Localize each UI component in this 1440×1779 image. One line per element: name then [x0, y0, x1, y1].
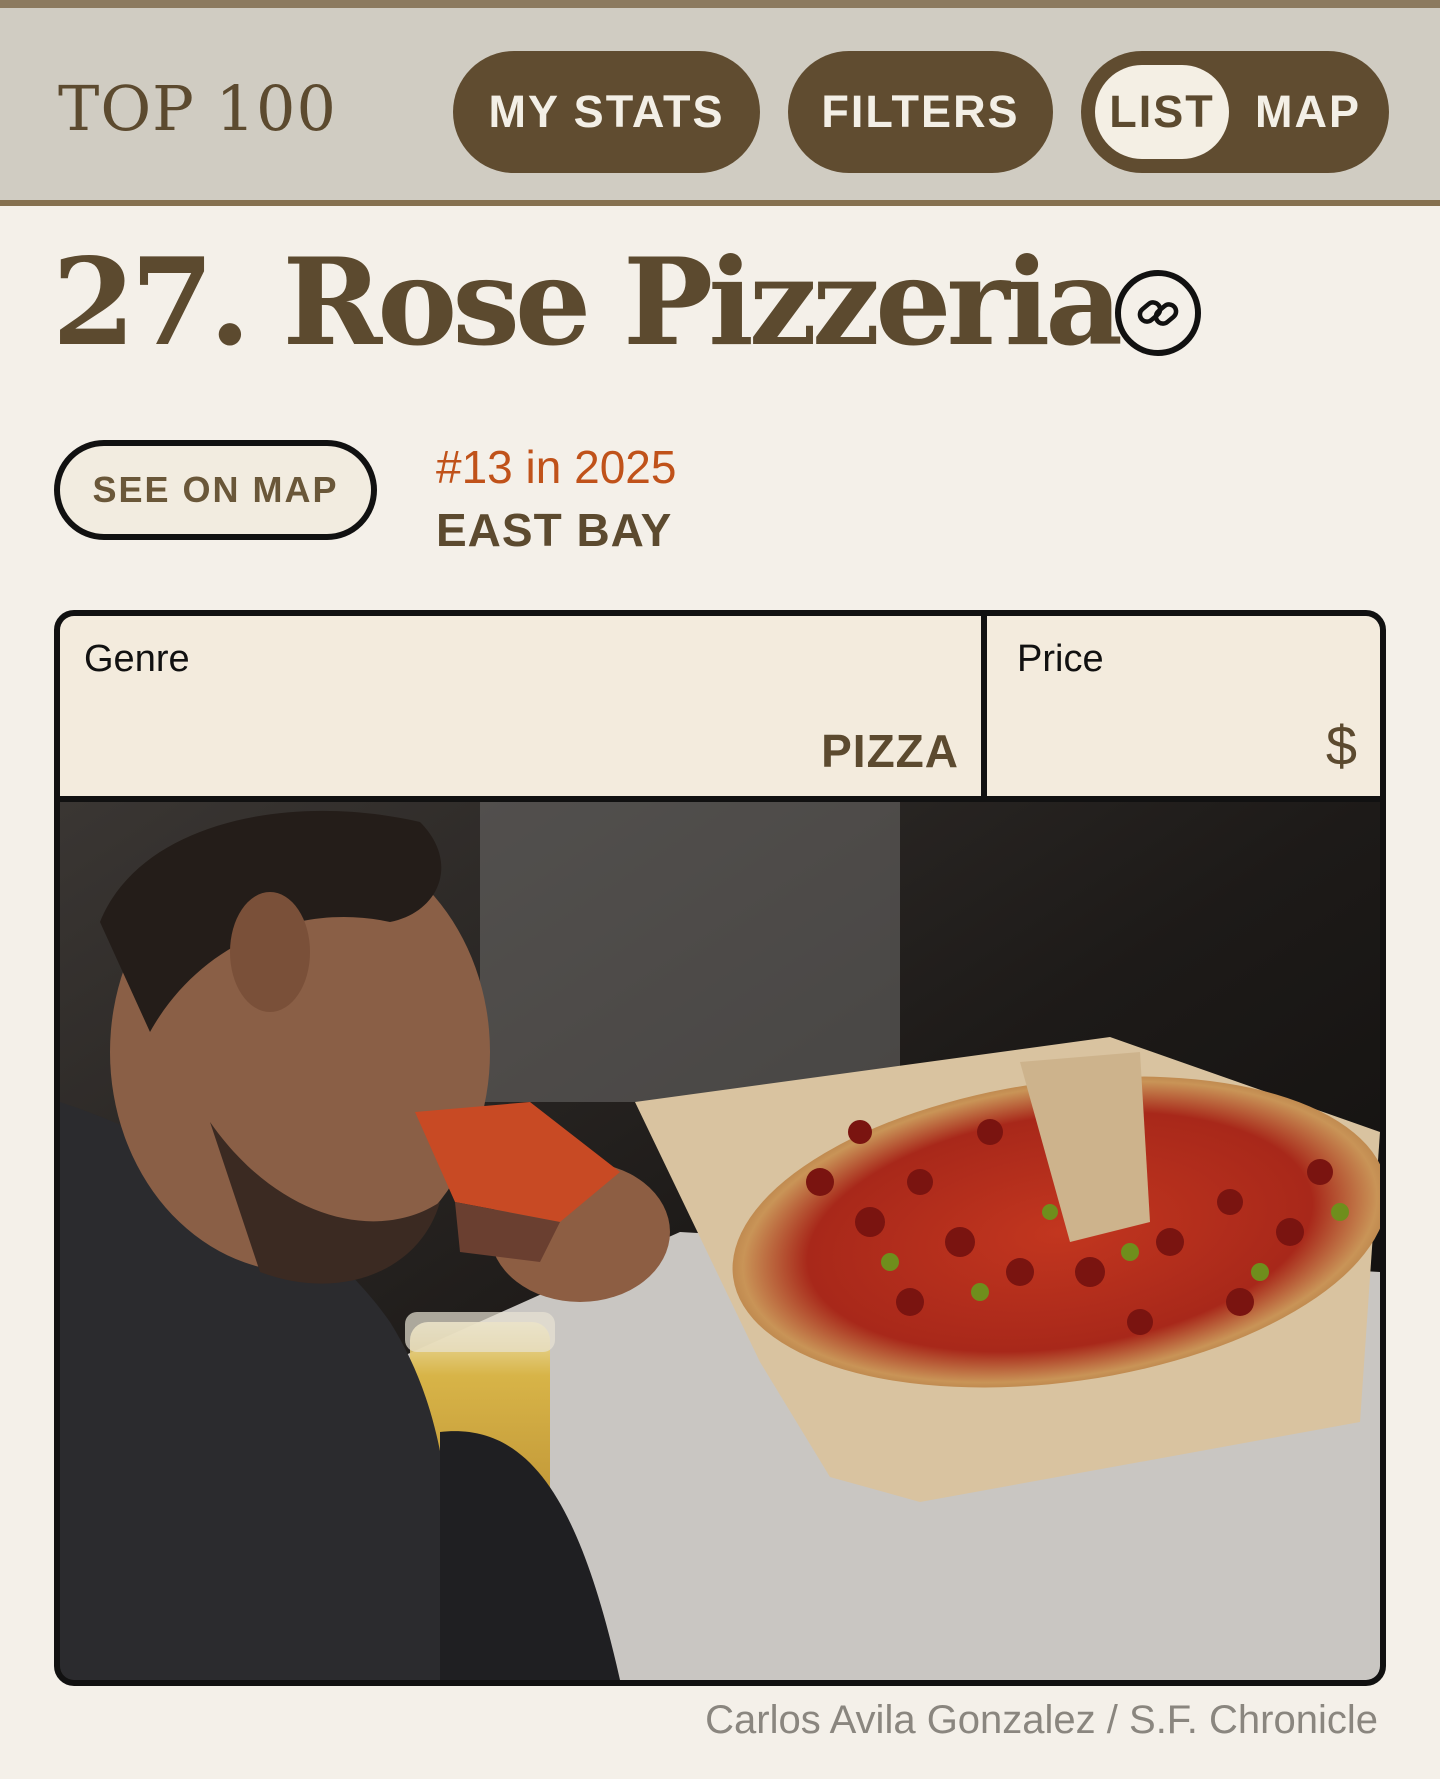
top-accent-line — [0, 0, 1440, 8]
genre-label: Genre — [84, 638, 190, 680]
top-navigation: TOP 100 MY STATS FILTERS LIST MAP — [0, 8, 1440, 206]
list-view-option[interactable]: LIST — [1095, 65, 1229, 159]
region-label: EAST BAY — [436, 504, 673, 556]
price-value: $ — [1325, 714, 1358, 777]
link-icon — [1137, 300, 1179, 326]
my-stats-button[interactable]: MY STATS — [453, 51, 760, 173]
map-view-option[interactable]: MAP — [1245, 65, 1371, 159]
top-100-logo[interactable]: TOP 100 — [58, 72, 337, 145]
genre-value: PIZZA — [821, 725, 959, 777]
restaurant-title: 27. Rose Pizzeria — [52, 232, 1123, 373]
restaurant-photo — [60, 802, 1380, 1680]
filters-button[interactable]: FILTERS — [788, 51, 1053, 173]
previous-year-rank: #13 in 2025 — [436, 441, 677, 493]
see-on-map-button[interactable]: SEE ON MAP — [54, 440, 377, 540]
photo-credit: Carlos Avila Gonzalez / S.F. Chronicle — [705, 1698, 1378, 1742]
info-row: Genre PIZZA Price $ — [60, 616, 1380, 802]
price-cell: Price $ — [993, 616, 1380, 796]
copy-link-button[interactable] — [1115, 270, 1201, 356]
restaurant-card: Genre PIZZA Price $ — [54, 610, 1386, 1686]
price-label: Price — [1017, 638, 1104, 680]
list-map-toggle[interactable]: LIST MAP — [1081, 51, 1389, 173]
genre-cell: Genre PIZZA — [60, 616, 987, 796]
